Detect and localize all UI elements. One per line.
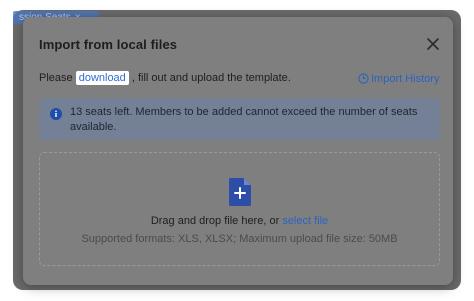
import-history-link[interactable]: Import History <box>358 73 439 85</box>
info-icon <box>50 108 62 120</box>
drop-text: Drag and drop file here, or <box>150 215 280 227</box>
import-history-label: Import History <box>371 73 440 85</box>
instruction-suffix: , fill out and upload the template. <box>128 72 291 84</box>
import-dialog: Import from local files Please download … <box>23 17 453 285</box>
seats-alert: 13 seats left. Members to be added canno… <box>39 98 440 140</box>
clock-icon <box>358 73 369 84</box>
dialog-title: Import from local files <box>39 37 178 52</box>
select-file-link[interactable]: select file <box>282 215 328 227</box>
instruction-prefix: Please <box>39 72 76 84</box>
drop-instruction: Drag and drop file here, or select file <box>40 215 439 227</box>
file-add-icon <box>229 178 251 206</box>
instruction-text: Please download , fill out and upload th… <box>39 71 291 85</box>
close-icon[interactable] <box>425 36 441 52</box>
file-format-hint: Supported formats: XLS, XLSX; Maximum up… <box>81 233 398 245</box>
file-dropzone[interactable]: Drag and drop file here, or select file … <box>39 152 440 266</box>
alert-message: 13 seats left. Members to be added canno… <box>70 106 418 133</box>
download-link[interactable]: download <box>75 71 129 85</box>
